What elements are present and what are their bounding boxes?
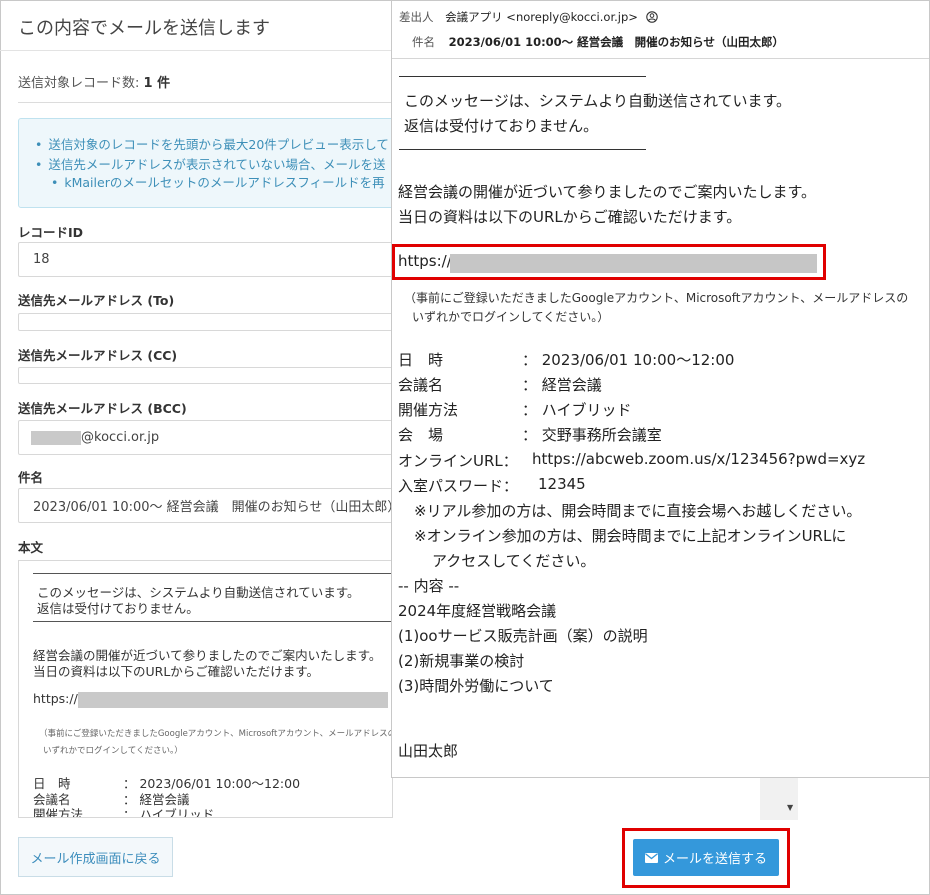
online-attend-note-2: アクセスしてください。 — [432, 552, 596, 570]
dialog-title: この内容でメールを送信します — [18, 18, 270, 39]
auto-message-line-1: このメッセージは、システムより自動送信されています。 — [404, 92, 792, 110]
meeting-value: ： 経営会議 — [522, 376, 602, 394]
from-label: 差出人 — [399, 10, 434, 24]
meeting-label: 会議名 — [398, 376, 444, 394]
record-count: 送信対象レコード数: 1 件 — [18, 72, 170, 91]
date-value: ： 2023/06/01 10:00～12:00 — [522, 351, 735, 369]
login-note-2: いずれかでログインしてください。） — [412, 310, 610, 324]
envelope-icon — [644, 852, 658, 863]
password-value: 12345 — [538, 475, 586, 493]
body-note-2: いずれかでログインしてください。） — [43, 746, 183, 756]
to-field[interactable] — [18, 313, 393, 331]
login-note-1: （事前にご登録いただきましたGoogleアカウント、Microsoftアカウント… — [404, 291, 909, 305]
from-row: 差出人 会議アプリ <noreply@kocci.or.jp> — [399, 9, 658, 25]
count-divider — [18, 102, 398, 103]
from-value: 会議アプリ <noreply@kocci.or.jp> — [445, 10, 638, 24]
real-attend-note: ※リアル参加の方は、開会時間までに直接会場へお越しください。 — [414, 502, 862, 520]
scroll-down-arrow-icon[interactable]: ▼ — [787, 803, 793, 812]
body-url: https:// — [33, 691, 388, 708]
body-note-1: （事前にご登録いただきましたGoogleアカウント、Microsoftアカウント… — [39, 729, 393, 739]
subject-row: 件名 2023/06/01 10:00～ 経営会議 開催のお知らせ（山田太郎） — [412, 34, 784, 50]
divider-line — [33, 621, 392, 622]
venue-value: ： 交野事務所会議室 — [522, 426, 662, 444]
material-url[interactable]: https:// — [398, 252, 452, 270]
subject-label: 件名 — [18, 470, 44, 485]
bcc-label: 送信先メールアドレス (BCC) — [18, 401, 187, 416]
online-url-label: オンラインURL： — [398, 452, 518, 470]
to-label: 送信先メールアドレス (To) — [18, 293, 175, 308]
record-id-field[interactable]: 18 — [18, 242, 393, 277]
bcc-field[interactable]: @kocci.or.jp — [18, 420, 393, 455]
contents-title: 2024年度経営戦略会議 — [398, 602, 557, 620]
scrollbar-track[interactable] — [760, 775, 798, 820]
masked-address — [31, 430, 81, 445]
venue-label: 会 場 — [398, 426, 444, 444]
cc-field[interactable] — [18, 367, 393, 384]
masked-url — [77, 691, 388, 708]
method-value: ： ハイブリッド — [522, 401, 632, 419]
agenda-item-3: (3)時間外労働について — [398, 677, 554, 695]
body-auto-line-2: 返信は受付けておりません。 — [37, 601, 199, 616]
auto-message-line-2: 返信は受付けておりません。 — [404, 117, 599, 135]
info-note-sub: kMailerのメールセットのメールアドレスフィールドを再 — [35, 175, 397, 191]
body-textarea[interactable]: このメッセージは、システムより自動送信されています。 返信は受付けておりません。… — [18, 560, 393, 818]
online-attend-note-1: ※オンライン参加の方は、開会時間までに上記オンラインURLに — [414, 527, 847, 545]
cc-label: 送信先メールアドレス (CC) — [18, 348, 178, 363]
masked-url — [450, 254, 817, 273]
send-button-label: メールを送信する — [662, 852, 767, 867]
divider-line — [33, 573, 392, 574]
body-label: 本文 — [18, 540, 44, 555]
info-note: 送信先メールアドレスが表示されていない場合、メールを送 — [35, 155, 397, 175]
method-label: 開催方法 — [398, 401, 459, 419]
online-url-value[interactable]: https://abcweb.zoom.us/x/123456?pwd=xyz — [532, 450, 865, 468]
intro-line-2: 当日の資料は以下のURLからご確認いただけます。 — [398, 208, 742, 226]
divider-line — [399, 76, 646, 77]
info-note: 送信対象のレコードを先頭から最大20件プレビュー表示して — [35, 135, 397, 155]
body-method-value: ： ハイブリッド — [123, 807, 215, 818]
agenda-item-2: (2)新規事業の検討 — [398, 652, 525, 670]
record-id-label: レコードID — [18, 225, 84, 240]
password-label: 入室パスワード： — [398, 477, 519, 495]
record-count-value: 1 件 — [143, 76, 171, 91]
info-notice: 送信対象のレコードを先頭から最大20件プレビュー表示して 送信先メールアドレスが… — [18, 118, 398, 208]
intro-line-1: 経営会議の開催が近づいて参りましたのでご案内いたします。 — [398, 183, 817, 201]
send-mail-button[interactable]: メールを送信する — [633, 839, 779, 876]
preview-subject-label: 件名 — [412, 35, 435, 49]
back-to-compose-button[interactable]: メール作成画面に戻る — [18, 837, 173, 877]
email-preview-panel: 差出人 会議アプリ <noreply@kocci.or.jp> 件名 2023/… — [391, 0, 930, 778]
signature: 山田太郎 — [398, 742, 459, 760]
contents-heading: -- 内容 -- — [398, 577, 460, 595]
email-header: 差出人 会議アプリ <noreply@kocci.or.jp> 件名 2023/… — [392, 1, 929, 59]
contact-icon[interactable] — [645, 11, 658, 23]
subject-field[interactable]: 2023/06/01 10:00～ 経営会議 開催のお知らせ（山田太郎） — [18, 488, 393, 523]
preview-subject-value: 2023/06/01 10:00～ 経営会議 開催のお知らせ（山田太郎） — [448, 35, 784, 49]
record-count-label: 送信対象レコード数: — [18, 76, 140, 91]
divider-line — [399, 149, 646, 150]
body-method-label: 開催方法 — [33, 807, 84, 818]
date-label: 日 時 — [398, 351, 444, 369]
agenda-item-1: (1)ooサービス販売計画（案）の説明 — [398, 627, 648, 645]
body-intro-line-2: 当日の資料は以下のURLからご確認いただけます。 — [33, 664, 320, 679]
